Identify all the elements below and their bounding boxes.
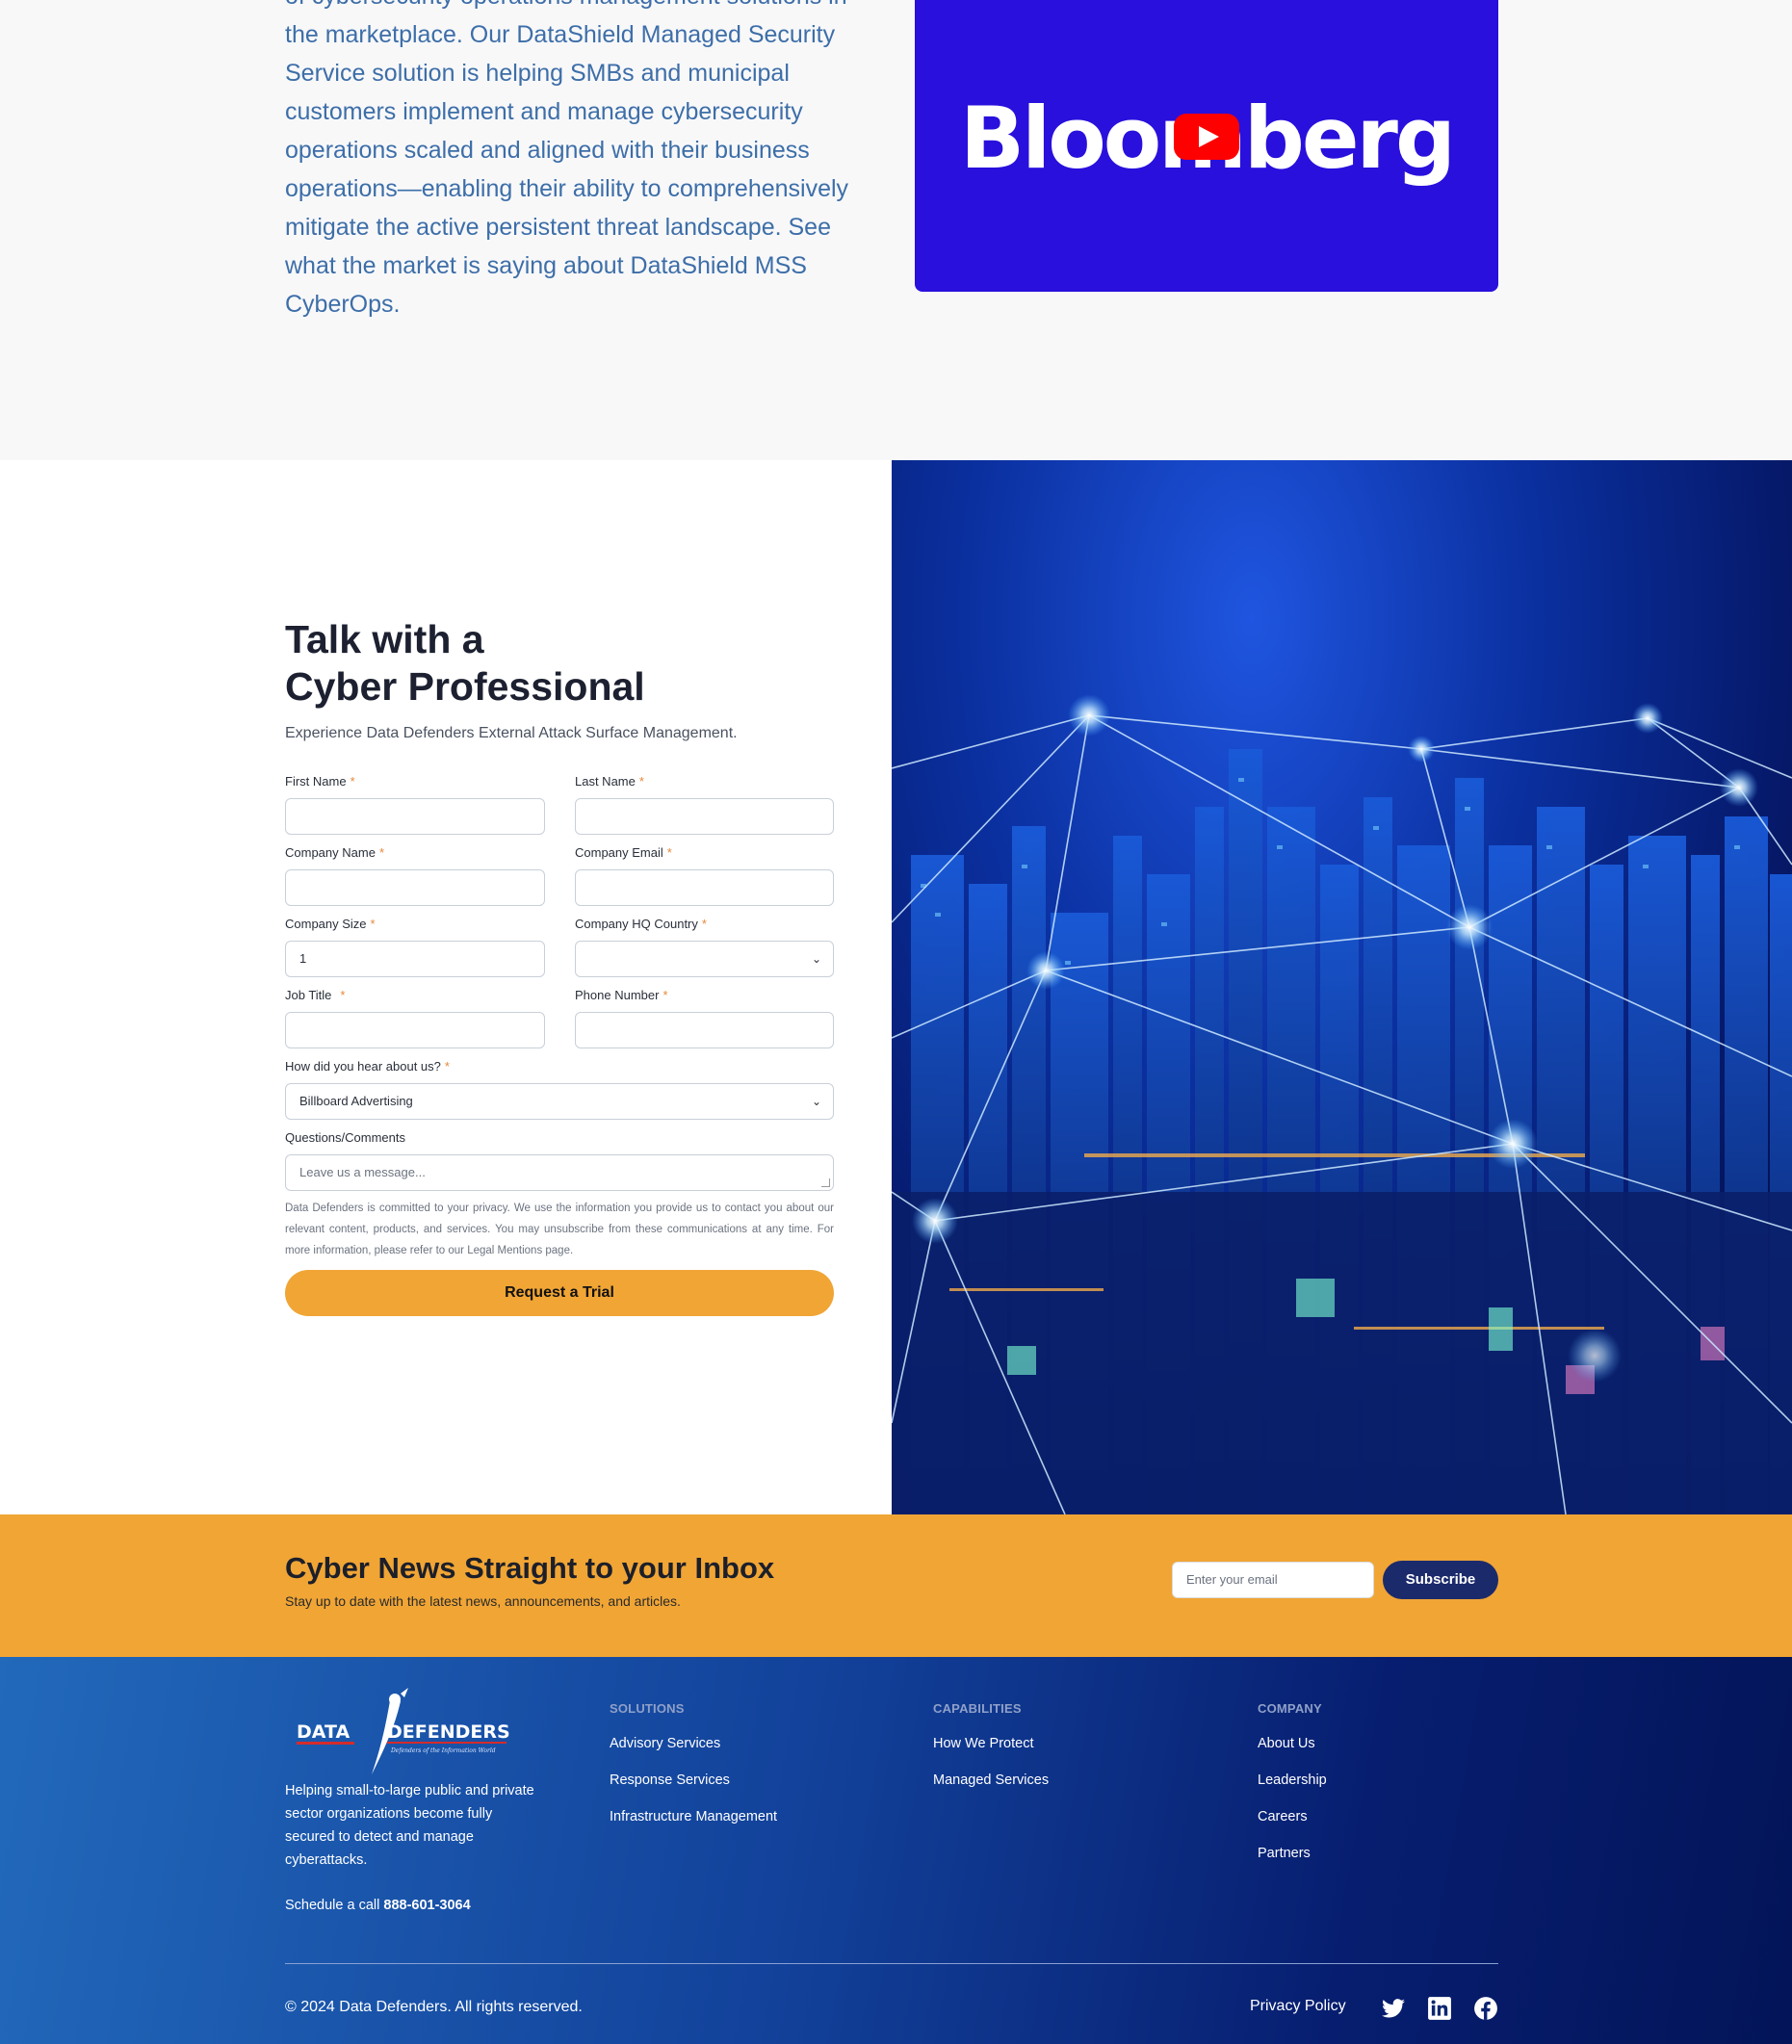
company-email-field[interactable]: [575, 869, 834, 906]
svg-text:DEFENDERS: DEFENDERS: [387, 1721, 510, 1743]
footer-heading-capabilities: CAPABILITIES: [933, 1701, 1022, 1716]
footer-link-infrastructure-management[interactable]: Infrastructure Management: [610, 1809, 777, 1824]
job-title-label: Job Title *: [285, 988, 346, 1002]
play-icon[interactable]: [1174, 114, 1239, 160]
company-name-label: Company Name *: [285, 845, 384, 860]
company-country-label: Company HQ Country *: [575, 917, 707, 931]
linkedin-icon[interactable]: [1427, 1996, 1452, 2021]
footer-heading-solutions: SOLUTIONS: [610, 1701, 685, 1716]
privacy-notice: Data Defenders is committed to your priv…: [285, 1203, 834, 1256]
contact-subtitle: Experience Data Defenders External Attac…: [285, 725, 738, 741]
last-name-field[interactable]: [575, 798, 834, 835]
newsletter-title: Cyber News Straight to your Inbox: [285, 1551, 775, 1585]
company-size-label: Company Size *: [285, 917, 376, 931]
schedule-call-label: Schedule a call: [285, 1898, 380, 1913]
comments-textarea[interactable]: Leave us a message...: [285, 1154, 834, 1191]
contact-section: Talk with a Cyber Professional Experienc…: [0, 460, 1792, 1514]
intro-paragraph: of cybersecurity operations management s…: [285, 0, 849, 318]
city-network-image: [892, 460, 1792, 1514]
contact-title-line2: Cyber Professional: [285, 664, 645, 709]
newsletter-subtitle: Stay up to date with the latest news, an…: [285, 1593, 681, 1609]
footer-link-managed-services[interactable]: Managed Services: [933, 1772, 1049, 1788]
city-network-graphic: [892, 694, 1792, 1514]
svg-text:DATA: DATA: [297, 1721, 350, 1743]
footer-link-partners[interactable]: Partners: [1258, 1846, 1311, 1861]
footer-link-advisory-services[interactable]: Advisory Services: [610, 1736, 720, 1751]
svg-text:Defenders of the Information W: Defenders of the Information World: [390, 1747, 496, 1754]
privacy-policy-link[interactable]: Privacy Policy: [1250, 1998, 1346, 2015]
twitter-icon[interactable]: [1381, 1996, 1406, 2021]
subscribe-button[interactable]: Subscribe: [1383, 1561, 1498, 1599]
intro-section: of cybersecurity operations management s…: [0, 0, 1792, 460]
footer-link-careers[interactable]: Careers: [1258, 1809, 1308, 1824]
site-footer: DATA DEFENDERS Defenders of the Informat…: [0, 1657, 1792, 2044]
comments-label: Questions/Comments: [285, 1130, 405, 1145]
hear-about-value: Billboard Advertising: [299, 1094, 413, 1108]
footer-link-response-services[interactable]: Response Services: [610, 1772, 730, 1788]
chevron-down-icon: ⌄: [811, 952, 821, 966]
footer-heading-company: COMPANY: [1258, 1701, 1322, 1716]
newsletter-section: Cyber News Straight to your Inbox Stay u…: [0, 1514, 1792, 1657]
chevron-down-icon: ⌄: [811, 1095, 821, 1108]
phone-label: Phone Number *: [575, 988, 668, 1002]
phone-number-link[interactable]: 888-601-3064: [383, 1898, 470, 1913]
job-title-field[interactable]: [285, 1012, 545, 1048]
footer-divider: [285, 1963, 1498, 1964]
footer-link-how-we-protect[interactable]: How We Protect: [933, 1736, 1034, 1751]
contact-title-line1: Talk with a: [285, 617, 484, 661]
first-name-label: First Name *: [285, 774, 355, 789]
hear-about-select[interactable]: Billboard Advertising ⌄: [285, 1083, 834, 1120]
company-size-field[interactable]: 1: [285, 941, 545, 977]
schedule-call: Schedule a call 888-601-3064: [285, 1898, 471, 1913]
footer-link-leadership[interactable]: Leadership: [1258, 1772, 1327, 1788]
contact-title: Talk with a Cyber Professional: [285, 616, 645, 711]
phone-field[interactable]: [575, 1012, 834, 1048]
newsletter-email-input[interactable]: Enter your email: [1172, 1562, 1374, 1598]
data-defenders-logo[interactable]: DATA DEFENDERS Defenders of the Informat…: [295, 1688, 510, 1778]
company-name-field[interactable]: [285, 869, 545, 906]
first-name-field[interactable]: [285, 798, 545, 835]
company-email-label: Company Email *: [575, 845, 672, 860]
hear-about-label: How did you hear about us? *: [285, 1059, 450, 1074]
copyright-text: © 2024 Data Defenders. All rights reserv…: [285, 1999, 583, 2015]
company-country-select[interactable]: ⌄: [575, 941, 834, 977]
request-trial-button[interactable]: Request a Trial: [285, 1270, 834, 1316]
last-name-label: Last Name *: [575, 774, 644, 789]
footer-description: Helping small-to-large public and privat…: [285, 1783, 534, 1868]
facebook-icon[interactable]: [1473, 1996, 1498, 2021]
footer-link-about-us[interactable]: About Us: [1258, 1736, 1315, 1751]
